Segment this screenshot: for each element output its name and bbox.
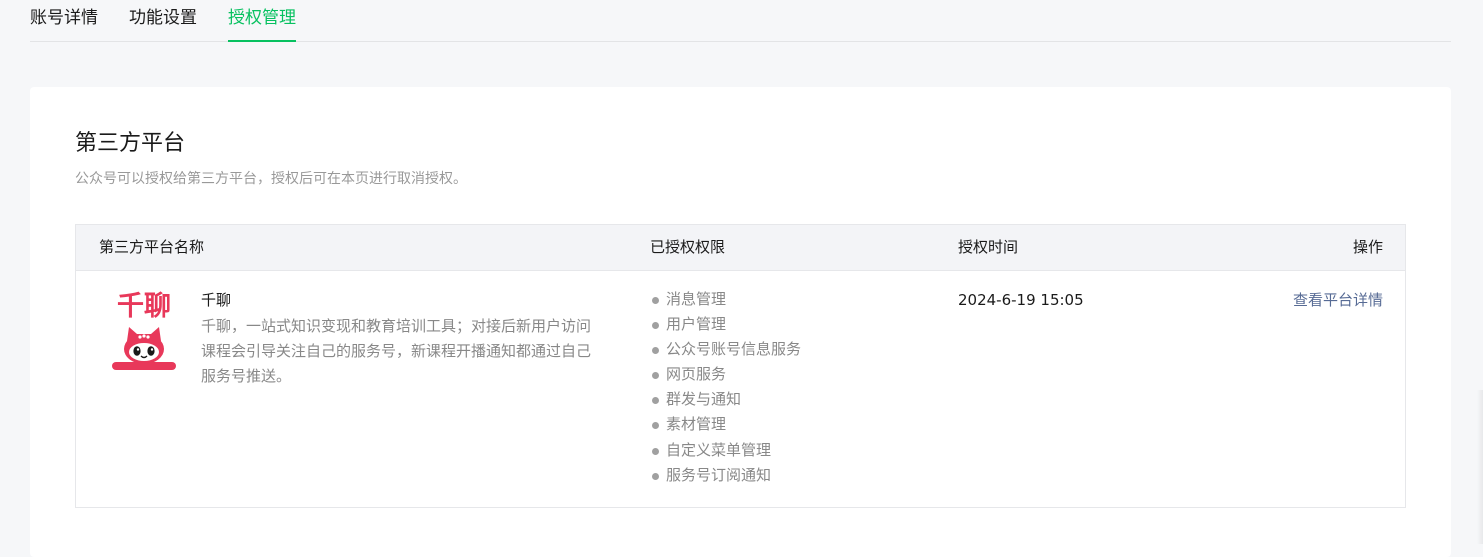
tab-feature-settings[interactable]: 功能设置 bbox=[129, 6, 197, 41]
tab-account-details[interactable]: 账号详情 bbox=[30, 6, 98, 41]
list-item: 用户管理 bbox=[652, 312, 801, 337]
column-header-actions: 操作 bbox=[1352, 238, 1383, 256]
tab-authorization-management[interactable]: 授权管理 bbox=[228, 6, 296, 42]
section-description: 公众号可以授权给第三方平台，授权后可在本页进行取消授权。 bbox=[75, 171, 467, 187]
authorization-table: 第三方平台名称 已授权权限 授权时间 操作 千聊 千聊 千聊，一站式知识变现和教… bbox=[75, 224, 1406, 508]
column-header-platform-name: 第三方平台名称 bbox=[99, 238, 205, 256]
authorization-time: 2024-6-19 15:05 bbox=[958, 291, 1084, 309]
list-item: 消息管理 bbox=[652, 287, 801, 312]
tab-bar: 账号详情 功能设置 授权管理 bbox=[30, 0, 1451, 42]
section-title: 第三方平台 bbox=[75, 131, 186, 156]
list-item: 网页服务 bbox=[652, 362, 801, 387]
qianliao-logo: 千聊 bbox=[109, 289, 179, 373]
list-item: 服务号订阅通知 bbox=[652, 463, 801, 488]
table-header: 第三方平台名称 已授权权限 授权时间 操作 bbox=[76, 225, 1405, 271]
list-item: 群发与通知 bbox=[652, 387, 801, 412]
permission-list: 消息管理 用户管理 公众号账号信息服务 网页服务 群发与通知 素材管理 自定义菜… bbox=[652, 287, 801, 488]
column-header-permissions: 已授权权限 bbox=[650, 238, 726, 256]
list-item: 公众号账号信息服务 bbox=[652, 337, 801, 362]
column-header-auth-time: 授权时间 bbox=[958, 238, 1019, 256]
third-party-platform-card: 第三方平台 公众号可以授权给第三方平台，授权后可在本页进行取消授权。 第三方平台… bbox=[30, 87, 1451, 557]
list-item: 自定义菜单管理 bbox=[652, 438, 801, 463]
logo-wordmark: 千聊 bbox=[117, 291, 171, 322]
platform-description: 千聊，一站式知识变现和教育培训工具；对接后新用户访问课程会引导关注自己的服务号，… bbox=[201, 317, 592, 385]
list-item: 素材管理 bbox=[652, 412, 801, 437]
view-platform-details-link[interactable]: 查看平台详情 bbox=[1293, 289, 1383, 311]
edge-shadow bbox=[1477, 390, 1483, 544]
platform-name: 千聊 bbox=[201, 291, 232, 309]
